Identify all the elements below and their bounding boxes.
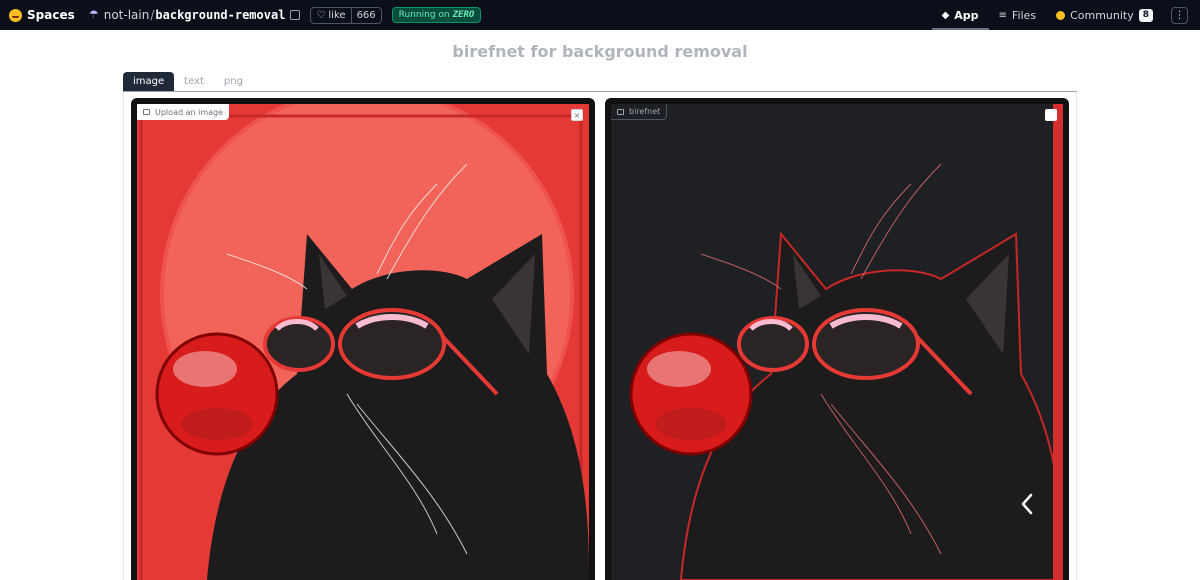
close-icon: × [573, 110, 581, 120]
like-label: like [328, 9, 346, 21]
spaces-link[interactable]: Spaces [27, 8, 75, 22]
like-count[interactable]: 666 [352, 10, 381, 21]
space-header: Spaces ☂ not-lain / background-removal ♡… [0, 0, 482, 30]
nav-community-tab[interactable]: Community 8 [1046, 0, 1163, 30]
tab-text[interactable]: text [174, 72, 214, 91]
files-icon: ≡ [998, 9, 1007, 21]
birefnet-label: birefnet [611, 104, 668, 120]
copy-icon[interactable] [290, 10, 301, 20]
nav-app-label: App [954, 8, 979, 22]
input-cat-artwork [137, 104, 589, 580]
chevron-left-icon[interactable] [1019, 493, 1035, 515]
repo-name-link[interactable]: background-removal [155, 8, 285, 22]
like-widget: ♡ like 666 [310, 6, 382, 24]
upload-label-text: Upload an image [155, 107, 224, 117]
huggingface-logo-icon[interactable] [9, 8, 22, 22]
running-prefix: Running on [398, 10, 450, 20]
kebab-menu-icon: ⋮ [1174, 9, 1185, 21]
output-image-slider[interactable] [611, 104, 1063, 580]
community-count-badge: 8 [1138, 8, 1153, 22]
nav-files-label: Files [1011, 8, 1037, 22]
output-label-text: birefnet [629, 107, 661, 116]
page-title: birefnet for background removal [452, 42, 748, 61]
app-icon: ◆ [941, 9, 950, 21]
running-hardware: ZERO [452, 10, 475, 20]
more-options-button[interactable]: ⋮ [1171, 6, 1188, 24]
path-separator: / [150, 8, 155, 22]
community-icon [1056, 10, 1066, 20]
download-button[interactable] [1045, 109, 1057, 121]
nav-community-label: Community [1070, 8, 1134, 22]
tab-bar: image text png [123, 72, 1077, 92]
tab-image[interactable]: image [123, 72, 175, 91]
input-image-panel[interactable]: Upload an image × [131, 98, 595, 580]
output-cat-artwork [611, 104, 1063, 580]
slider-divider-strip[interactable] [1053, 104, 1063, 580]
output-image-panel[interactable]: birefnet [605, 98, 1069, 580]
input-image[interactable] [137, 104, 589, 580]
tab-png[interactable]: png [214, 72, 253, 91]
like-button[interactable]: ♡ like [311, 7, 352, 23]
nav-app-tab[interactable]: ◆ App [931, 0, 989, 30]
owner-avatar-icon: ☂ [88, 8, 99, 21]
upload-image-label: Upload an image [137, 104, 230, 120]
clear-image-button[interactable]: × [571, 109, 583, 121]
image-icon [143, 109, 150, 115]
image-icon [617, 108, 624, 115]
hardware-status-badge[interactable]: Running on ZERO [391, 7, 482, 23]
top-bar: Spaces ☂ not-lain / background-removal ♡… [0, 0, 1200, 30]
owner-link[interactable]: not-lain [104, 8, 150, 22]
heart-icon: ♡ [316, 9, 326, 21]
space-nav: ◆ App ≡ Files Community 8 ⋮ [931, 0, 1200, 30]
nav-files-tab[interactable]: ≡ Files [989, 0, 1047, 30]
